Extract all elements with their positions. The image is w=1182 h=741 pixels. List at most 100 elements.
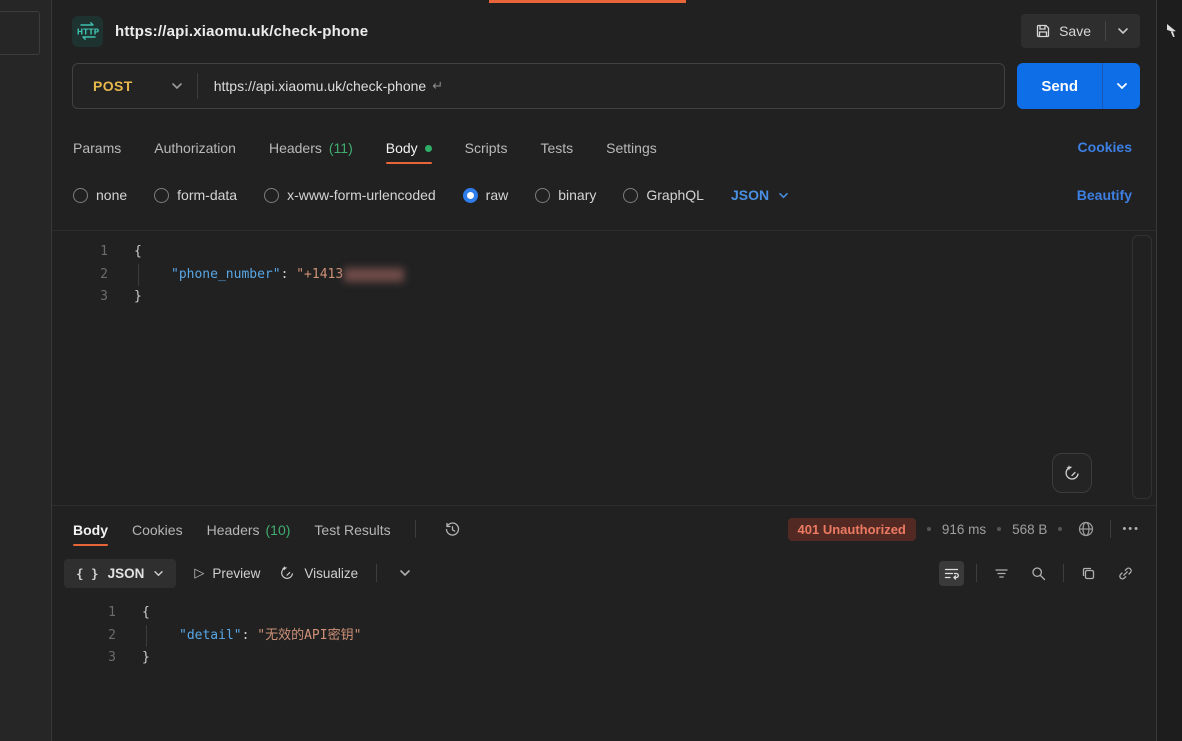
play-icon: ▷ xyxy=(194,566,204,581)
line-number: 2 xyxy=(52,625,116,648)
method-dropdown-button[interactable] xyxy=(171,82,183,90)
response-tab-cookies[interactable]: Cookies xyxy=(132,507,183,551)
request-body-editor[interactable]: 1 { 2 "phone_number": "+1413 3 } xyxy=(52,230,1156,505)
chevron-down-icon xyxy=(778,192,789,199)
body-type-bar: none form-data x-www-form-urlencoded raw… xyxy=(52,174,1156,230)
body-modified-dot xyxy=(425,145,432,152)
url-input[interactable]: https://api.xiaomu.uk/check-phone xyxy=(214,78,426,94)
postbot-button[interactable] xyxy=(1052,453,1092,493)
radio-circle xyxy=(623,188,638,203)
tab-scripts[interactable]: Scripts xyxy=(465,123,508,171)
request-bar: POST https://api.xiaomu.uk/check-phone ↵… xyxy=(52,62,1156,120)
response-tab-test-results[interactable]: Test Results xyxy=(314,507,390,551)
response-meta: 401 Unauthorized 916 ms 568 B ••• xyxy=(788,516,1140,542)
radio-form-data[interactable]: form-data xyxy=(154,187,237,203)
editor-scrollbar[interactable] xyxy=(1132,235,1152,499)
preview-button[interactable]: ▷ Preview xyxy=(194,566,260,581)
radio-graphql[interactable]: GraphQL xyxy=(623,187,704,203)
beautify-link[interactable]: Beautify xyxy=(1077,187,1132,203)
save-button-group: Save xyxy=(1021,14,1140,48)
filter-icon xyxy=(993,565,1010,582)
sidebar-collapsed-panel[interactable] xyxy=(0,11,40,55)
network-info-button[interactable] xyxy=(1073,516,1099,542)
postman-window: HTTP https://api.xiaomu.uk/check-phone S… xyxy=(0,0,1182,741)
response-format-dropdown[interactable]: { } JSON xyxy=(64,559,176,588)
save-button[interactable]: Save xyxy=(1021,23,1105,39)
body-language-dropdown[interactable]: JSON xyxy=(731,187,789,203)
chevron-down-icon xyxy=(1116,82,1128,90)
response-history-button[interactable] xyxy=(440,517,465,542)
json-key: "phone_number" xyxy=(171,264,281,287)
send-options-button[interactable] xyxy=(1103,82,1140,90)
chevron-down-icon xyxy=(171,82,183,90)
request-title: https://api.xiaomu.uk/check-phone xyxy=(115,23,368,40)
history-icon xyxy=(444,521,461,538)
response-tab-headers[interactable]: Headers (10) xyxy=(207,507,291,551)
svg-text:HTTP: HTTP xyxy=(76,28,99,37)
indent-guide xyxy=(138,264,171,286)
chevron-down-icon xyxy=(153,570,164,577)
radio-circle xyxy=(264,188,279,203)
response-toolbar: { } JSON ▷ Preview Visualize xyxy=(52,552,1156,594)
response-tab-body[interactable]: Body xyxy=(73,507,108,551)
send-button-group: Send xyxy=(1017,63,1140,109)
tab-params[interactable]: Params xyxy=(73,123,121,171)
save-icon xyxy=(1035,23,1051,39)
response-size[interactable]: 568 B xyxy=(1012,522,1047,537)
method-selector[interactable]: POST xyxy=(73,78,133,94)
postbot-sparkle-icon xyxy=(1062,463,1082,483)
response-headers-count-badge: (10) xyxy=(266,522,291,538)
cookies-link[interactable]: Cookies xyxy=(1078,139,1132,155)
link-button[interactable] xyxy=(1113,561,1138,586)
url-box: POST https://api.xiaomu.uk/check-phone ↵ xyxy=(72,63,1005,109)
send-button[interactable]: Send xyxy=(1017,78,1102,95)
radio-circle-selected xyxy=(463,188,478,203)
response-time[interactable]: 916 ms xyxy=(942,522,986,537)
link-icon xyxy=(1117,565,1134,582)
visualize-sparkle-icon xyxy=(278,564,296,582)
line-number: 3 xyxy=(52,647,116,670)
headers-count-badge: (11) xyxy=(329,140,353,156)
tab-tests[interactable]: Tests xyxy=(540,123,573,171)
save-options-button[interactable] xyxy=(1106,27,1140,35)
radio-raw[interactable]: raw xyxy=(463,187,509,203)
status-badge[interactable]: 401 Unauthorized xyxy=(788,518,916,541)
search-icon xyxy=(1030,565,1047,582)
search-button[interactable] xyxy=(1026,561,1051,586)
tab-settings[interactable]: Settings xyxy=(606,123,657,171)
filter-button[interactable] xyxy=(989,561,1014,586)
chevron-down-icon xyxy=(399,569,411,577)
line-number: 3 xyxy=(52,286,108,309)
request-workspace: HTTP https://api.xiaomu.uk/check-phone S… xyxy=(52,0,1156,741)
copy-button[interactable] xyxy=(1076,561,1101,586)
line-number: 1 xyxy=(52,602,116,625)
response-panel: Body Cookies Headers (10) Test Results xyxy=(52,505,1156,741)
word-wrap-icon xyxy=(943,565,960,582)
http-method-icon: HTTP xyxy=(72,16,103,47)
radio-circle xyxy=(154,188,169,203)
radio-none[interactable]: none xyxy=(73,187,127,203)
code-line: 3 } xyxy=(52,647,1156,670)
globe-icon xyxy=(1077,520,1095,538)
code-line: 3 } xyxy=(52,286,1156,309)
response-body-editor[interactable]: 1 { 2 "detail": "无效的API密钥" 3 } xyxy=(52,594,1156,741)
visualize-button[interactable]: Visualize xyxy=(278,564,358,582)
tab-headers[interactable]: Headers (11) xyxy=(269,123,353,171)
visualize-options-button[interactable] xyxy=(395,565,415,581)
tab-body[interactable]: Body xyxy=(386,123,432,171)
code-line: 1 { xyxy=(52,241,1156,264)
word-wrap-button[interactable] xyxy=(939,561,964,586)
json-value: "无效的API密钥" xyxy=(257,625,361,648)
enter-key-hint-icon: ↵ xyxy=(432,79,443,94)
code-line: 1 { xyxy=(52,602,1156,625)
tab-authorization[interactable]: Authorization xyxy=(154,123,236,171)
radio-x-www-form-urlencoded[interactable]: x-www-form-urlencoded xyxy=(264,187,436,203)
radio-binary[interactable]: binary xyxy=(535,187,596,203)
save-button-label: Save xyxy=(1059,23,1091,39)
mouse-cursor xyxy=(1167,24,1178,37)
braces-icon: { } xyxy=(76,566,99,581)
chevron-down-icon xyxy=(1117,27,1129,35)
json-value: "+1413 xyxy=(296,264,343,287)
indent-guide xyxy=(146,625,179,647)
response-more-options-button[interactable]: ••• xyxy=(1122,523,1140,535)
